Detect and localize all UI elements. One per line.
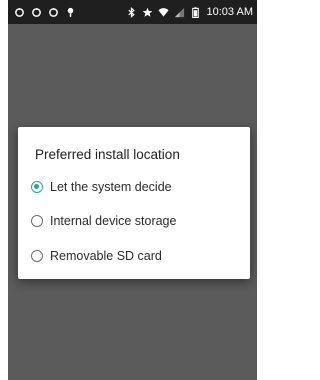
radio-unselected-icon[interactable] bbox=[31, 215, 43, 227]
star-icon bbox=[142, 7, 153, 18]
sync-icon bbox=[48, 7, 59, 18]
status-right-icons: 10:03 AM bbox=[126, 6, 253, 18]
battery-icon bbox=[190, 6, 201, 18]
install-location-dialog: Preferred install location Let the syste… bbox=[18, 127, 250, 279]
option-sd-card[interactable]: Removable SD card bbox=[31, 245, 241, 267]
sync-icon bbox=[14, 7, 25, 18]
bluetooth-icon bbox=[126, 6, 137, 18]
status-left-icons bbox=[14, 7, 76, 18]
option-let-system-decide[interactable]: Let the system decide bbox=[31, 176, 241, 198]
dialog-title: Preferred install location bbox=[35, 147, 180, 162]
status-bar: 10:03 AM bbox=[8, 0, 257, 24]
option-label: Removable SD card bbox=[50, 249, 162, 263]
option-label: Let the system decide bbox=[50, 180, 172, 194]
option-label: Internal device storage bbox=[50, 214, 177, 228]
wifi-icon bbox=[157, 7, 169, 18]
status-clock: 10:03 AM bbox=[206, 6, 253, 18]
option-internal-storage[interactable]: Internal device storage bbox=[31, 210, 241, 232]
radio-unselected-icon[interactable] bbox=[31, 250, 43, 262]
signal-icon bbox=[174, 7, 185, 18]
device-frame: 10:03 AM Preferred install location Let … bbox=[0, 0, 265, 380]
location-pin-icon bbox=[65, 7, 76, 18]
sync-icon bbox=[31, 7, 42, 18]
radio-selected-icon[interactable] bbox=[31, 181, 43, 193]
